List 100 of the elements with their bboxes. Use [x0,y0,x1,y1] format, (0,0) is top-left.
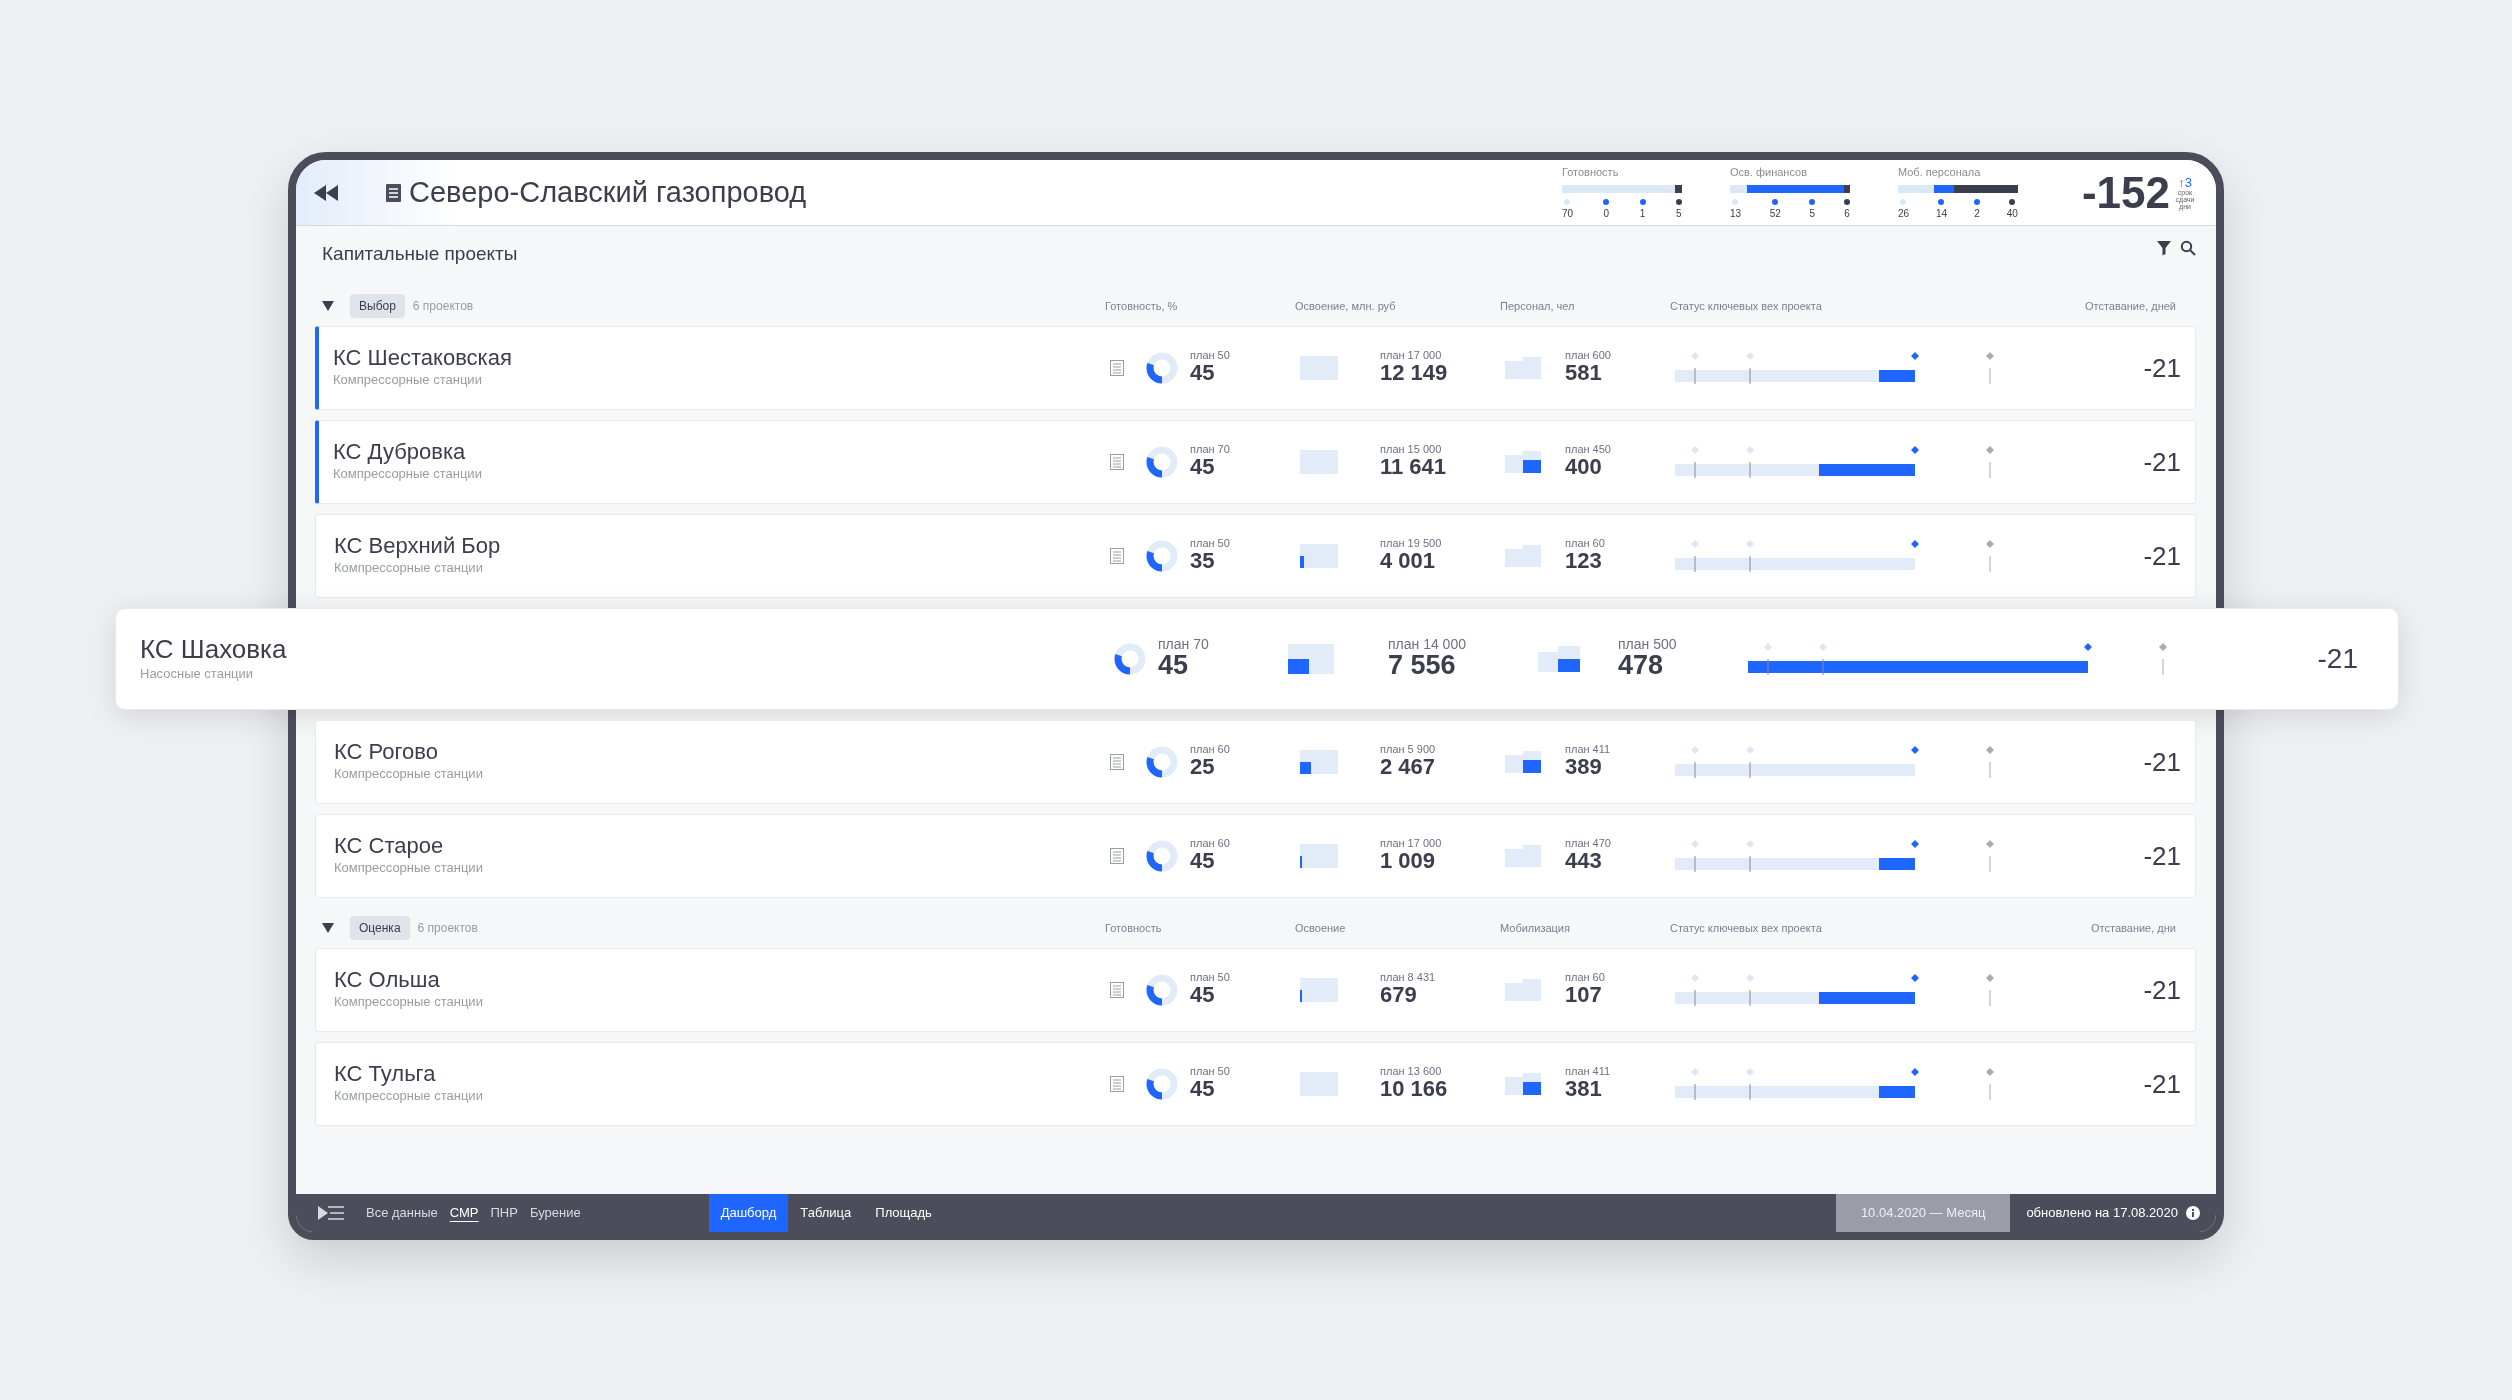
project-row[interactable]: КС Тульга Компрессорные станции план 50 45 план 13 600 10 166 план 411 381 -21 [315,1042,2196,1126]
delay-value: -21 [2317,643,2358,674]
plan-label: план 450 [1565,444,1612,456]
readiness-donut [1146,746,1178,778]
kpi-value: -152 [2081,170,2170,215]
plan-bar [1300,544,1338,556]
actual-value: 45 [1190,361,1216,386]
column-header: Отставание, дни [2091,921,2176,934]
column-header: Готовность, % [1105,299,1178,312]
plan-label: план 14 000 [1388,637,1467,652]
project-row[interactable]: КС Шаховка Насосные станции план 70 45 план 14 000 7 556 план 500 478 -21 [115,608,2399,710]
readiness-donut [1146,446,1178,478]
finance-bar [1300,990,1338,1002]
metric-value: 1 [1639,206,1646,221]
plan-bar [1505,455,1523,473]
plan-label: план 50 [1190,350,1231,362]
column-header: Отставание, дней [2084,299,2176,312]
filter-icon[interactable] [2156,240,2172,256]
project-type: Компрессорные станции [333,371,483,390]
staff-bar [1523,751,1541,773]
plan-bar [1300,978,1338,990]
section-title: Капитальные проекты [322,242,519,266]
plan-bar [1288,644,1334,659]
finance-bar [1300,762,1338,774]
plan-bar [1505,849,1523,867]
project-count: 6 проектов [412,298,475,315]
actual-value: 4 001 [1380,549,1437,574]
view-tab[interactable]: Таблица [788,1194,864,1232]
plan-label: план 50 [1190,972,1231,984]
project-row[interactable]: КС Дубровка Компрессорные станции план 70 45 план 15 000 11 641 план 450 400 -21 [315,420,2196,504]
delay-value: -21 [2143,446,2181,477]
project-row[interactable]: КС Ольша Компрессорные станции план 50 45 план 8 431 679 план 60 107 -21 [315,948,2196,1032]
metric-value: 0 [1603,206,1610,221]
project-row[interactable]: КС Рогово Компрессорные станции план 60 25 план 5 900 2 467 план 411 389 -21 [315,720,2196,804]
column-header: Мобилизация [1500,921,1570,934]
plan-label: план 17 000 [1380,838,1443,850]
readiness-donut [1114,643,1146,675]
menu-icon[interactable] [318,1206,344,1220]
view-tab[interactable]: Дашборд [708,1194,789,1232]
actual-value: 45 [1190,983,1216,1008]
kpi-delta: ↑3 [2178,175,2192,189]
actual-value: 107 [1565,983,1603,1008]
delay-value: -21 [2143,540,2181,571]
plan-bar [1300,356,1338,368]
plan-label: план 60 [1565,538,1606,550]
plan-label: план 60 [1190,838,1231,850]
plan-label: план 411 [1565,1066,1612,1078]
delay-value: -21 [2143,746,2181,777]
actual-value: 123 [1565,549,1603,574]
metric-value: 40 [2006,206,2018,221]
actual-value: 45 [1190,849,1216,874]
project-name: КС Дубровка [333,440,467,465]
collapse-caret-icon[interactable] [322,923,334,933]
group-tag: Выбор [350,294,405,318]
collapse-caret-icon[interactable] [322,301,334,311]
plan-label: план 600 [1565,350,1612,362]
filter-link[interactable]: Бурение [523,1203,587,1223]
delay-value: -21 [2143,840,2181,871]
project-type: Компрессорные станции [334,559,484,578]
view-tab[interactable]: Площадь [863,1194,944,1232]
document-icon[interactable] [386,183,401,202]
actual-value: 12 149 [1380,361,1449,386]
readiness-donut [1146,1068,1178,1100]
metric-value: 52 [1769,206,1781,221]
project-name: КС Ольша [334,968,441,993]
plan-label: план 50 [1190,1066,1231,1078]
metric-value: 13 [1729,206,1742,221]
readiness-donut [1146,352,1178,384]
search-icon[interactable] [2180,240,2196,256]
rewind-icon[interactable] [314,184,338,201]
actual-value: 45 [1190,455,1216,480]
filter-link[interactable]: СМР [443,1203,485,1223]
actual-value: 400 [1565,455,1603,480]
plan-bar [1300,1072,1338,1084]
plan-label: план 5 900 [1380,744,1437,756]
delay-value: -21 [2143,974,2181,1005]
plan-label: план 411 [1565,744,1612,756]
plan-bar [1505,755,1523,773]
plan-bar [1300,750,1338,762]
column-header: Освоение, млн. руб [1295,299,1396,312]
filter-link[interactable]: Все данные [360,1203,444,1223]
actual-value: 25 [1190,755,1216,780]
plan-label: план 70 [1190,444,1231,456]
actual-value: 679 [1380,983,1418,1008]
plan-bar [1538,652,1558,672]
plan-label: план 50 [1190,538,1231,550]
project-type: Компрессорные станции [334,859,484,878]
project-name: КС Старое [334,834,445,859]
project-type: Компрессорные станции [334,765,484,784]
actual-value: 45 [1158,651,1190,681]
update-date: обновлено на 17.08.2020 [2026,1204,2178,1223]
plan-bar [1505,983,1523,1001]
project-row[interactable]: КС Шестаковская Компрессорные станции план 50 45 план 17 000 12 149 план 600 581 -21 [315,326,2196,410]
column-header: Статус ключевых вех проекта [1670,921,1822,934]
actual-value: 7 556 [1388,651,1457,681]
project-row[interactable]: КС Старое Компрессорные станции план 60 45 план 17 000 1 009 план 470 443 -21 [315,814,2196,898]
actual-value: 35 [1190,549,1216,574]
filter-link[interactable]: ПНР [484,1203,524,1223]
project-row[interactable]: КС Верхний Бор Компрессорные станции план 50 35 план 19 500 4 001 план 60 123 -21 [315,514,2196,598]
info-icon[interactable] [2186,1206,2200,1220]
